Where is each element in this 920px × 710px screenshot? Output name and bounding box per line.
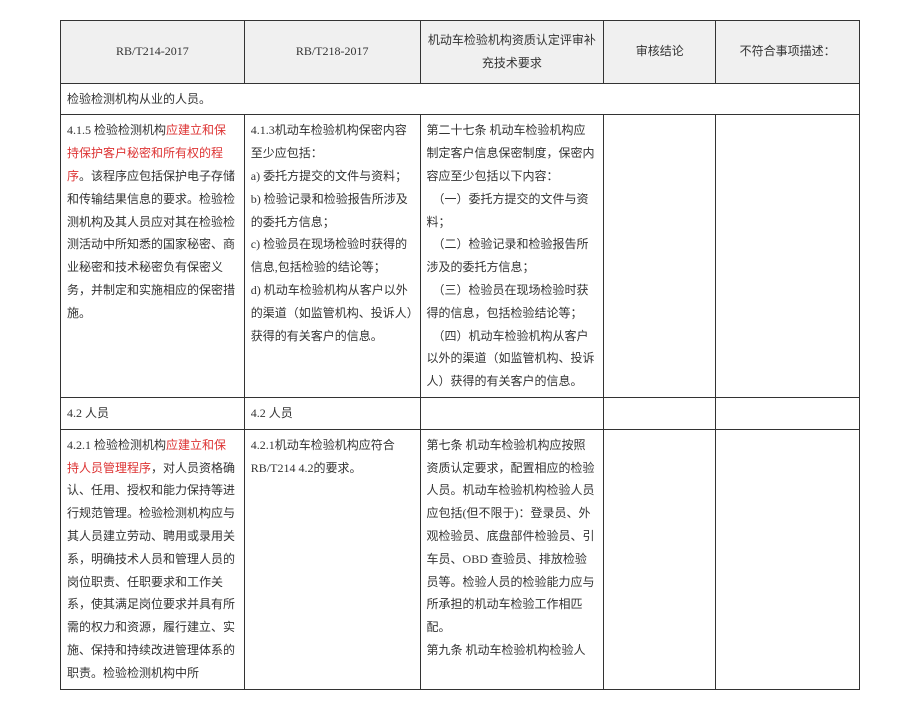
cell-article27: 第二十七条 机动车检验机构应制定客户信息保密制度，保密内容应至少包括以下内容： … <box>420 115 604 398</box>
header-rbt214: RB/T214-2017 <box>61 21 245 84</box>
header-rbt218: RB/T218-2017 <box>244 21 420 84</box>
header-tech-req: 机动车检验机构资质认定评审补充技术要求 <box>420 21 604 84</box>
cell-42-tech <box>420 397 604 429</box>
cell-conclusion-1 <box>604 115 716 398</box>
cell-421-right: 4.2.1机动车检验机构应符合RB/T214 4.2的要求。 <box>244 429 420 689</box>
text-421-post: ，对人员资格确认、任用、授权和能力保持等进行规范管理。检验检测机构应与其人员建立… <box>67 461 235 680</box>
cell-421: 4.2.1 检验检测机构应建立和保持人员管理程序，对人员资格确认、任用、授权和能… <box>61 429 245 689</box>
header-row: RB/T214-2017 RB/T218-2017 机动车检验机构资质认定评审补… <box>61 21 860 84</box>
table-row: 检验检测机构从业的人员。 <box>61 83 860 115</box>
header-conclusion: 审核结论 <box>604 21 716 84</box>
cell-415: 4.1.5 检验检测机构应建立和保持保护客户秘密和所有权的程序。该程序应包括保护… <box>61 115 245 398</box>
text-415-pre: 4.1.5 检验检测机构 <box>67 123 166 137</box>
cell-conclusion-3 <box>604 429 716 689</box>
table-row: 4.1.5 检验检测机构应建立和保持保护客户秘密和所有权的程序。该程序应包括保护… <box>61 115 860 398</box>
cell-nonconformity-2 <box>716 397 860 429</box>
header-nonconformity: 不符合事项描述： <box>716 21 860 84</box>
cell-nonconformity-3 <box>716 429 860 689</box>
table-row: 4.2.1 检验检测机构应建立和保持人员管理程序，对人员资格确认、任用、授权和能… <box>61 429 860 689</box>
cell-42-right: 4.2 人员 <box>244 397 420 429</box>
cell-42-left: 4.2 人员 <box>61 397 245 429</box>
cell-personnel-note: 检验检测机构从业的人员。 <box>61 83 860 115</box>
cell-nonconformity-1 <box>716 115 860 398</box>
cell-article7: 第七条 机动车检验机构应按照资质认定要求，配置相应的检验人员。机动车检验机构检验… <box>420 429 604 689</box>
compliance-table: RB/T214-2017 RB/T218-2017 机动车检验机构资质认定评审补… <box>60 20 860 690</box>
cell-conclusion-2 <box>604 397 716 429</box>
cell-413: 4.1.3机动车检验机构保密内容至少应包括：a) 委托方提交的文件与资料；b) … <box>244 115 420 398</box>
text-415-post: 。该程序应包括保护电子存储和传输结果信息的要求。检验检测机构及其人员应对其在检验… <box>67 169 235 320</box>
text-421-pre: 4.2.1 检验检测机构 <box>67 438 166 452</box>
table-row: 4.2 人员 4.2 人员 <box>61 397 860 429</box>
